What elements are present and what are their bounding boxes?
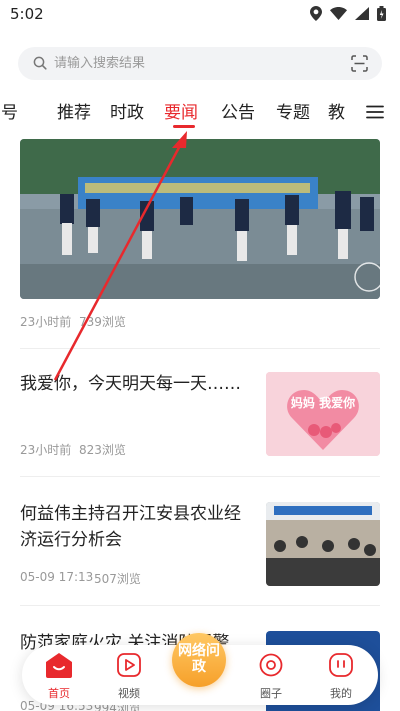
nav-video[interactable]: 视频 [104,652,154,701]
thumbnail-caption: 妈妈 我爱你 [290,396,356,410]
wifi-icon [330,7,347,20]
search-bar[interactable] [18,47,382,80]
divider [20,605,380,606]
nav-circle-label: 圈子 [260,687,282,700]
nav-circle[interactable]: 圈子 [246,652,296,701]
nav-video-label: 视频 [118,687,140,700]
nav-inquiry-label: 网络问政 [178,643,220,675]
article-title[interactable]: 我爱你，今天明天每一天…… [20,371,250,397]
hero-image[interactable] [20,139,380,299]
divider [20,476,380,477]
tab-announcements[interactable]: 公告 [221,98,255,123]
tab-headlines[interactable]: 要闻 [164,98,198,123]
tab-education[interactable]: 教 [328,98,345,123]
hero-views: 739浏览 [79,315,126,329]
article-thumbnail[interactable] [266,502,380,586]
article-title[interactable]: 何益伟主持召开江安县农业经济运行分析会 [20,501,250,553]
nav-profile-label: 我的 [330,687,352,700]
article-thumbnail[interactable]: 妈妈 我爱你 [266,372,380,456]
hero-time: 23小时前 [20,315,72,329]
scan-icon[interactable] [351,55,368,72]
battery-icon [377,6,386,21]
menu-icon[interactable] [366,105,384,119]
tab-taihao[interactable]: 台号 [0,98,18,123]
article-views: 507浏览 [94,572,141,586]
nav-home-label: 首页 [48,687,70,700]
location-icon [310,6,322,21]
video-icon [117,653,141,677]
article-views: 823浏览 [79,443,126,457]
divider [20,348,380,349]
channel-tabs: 台号 推荐 时政 要闻 公告 专题 教 [0,92,360,126]
profile-icon [329,653,353,677]
article-time: 23小时前 [20,443,72,457]
tab-topics[interactable]: 专题 [276,98,310,123]
nav-inquiry-button[interactable]: 网络问政 [172,633,226,687]
search-icon [33,56,47,70]
search-input[interactable] [54,47,334,80]
status-icons [310,6,386,21]
home-icon [46,653,72,678]
status-bar: 5:02 [0,0,400,30]
tab-recommend[interactable]: 推荐 [57,98,91,123]
nav-profile[interactable]: 我的 [316,652,366,701]
nav-home[interactable]: 首页 [34,652,84,701]
article-time: 05-09 17:13 [20,570,94,584]
bottom-nav: 首页 视频 网络问政 圈子 我的 [22,633,378,705]
signal-icon [355,7,369,20]
status-time: 5:02 [10,5,44,23]
active-tab-indicator [173,125,195,128]
tab-politics[interactable]: 时政 [110,98,144,123]
circle-icon [259,653,283,677]
